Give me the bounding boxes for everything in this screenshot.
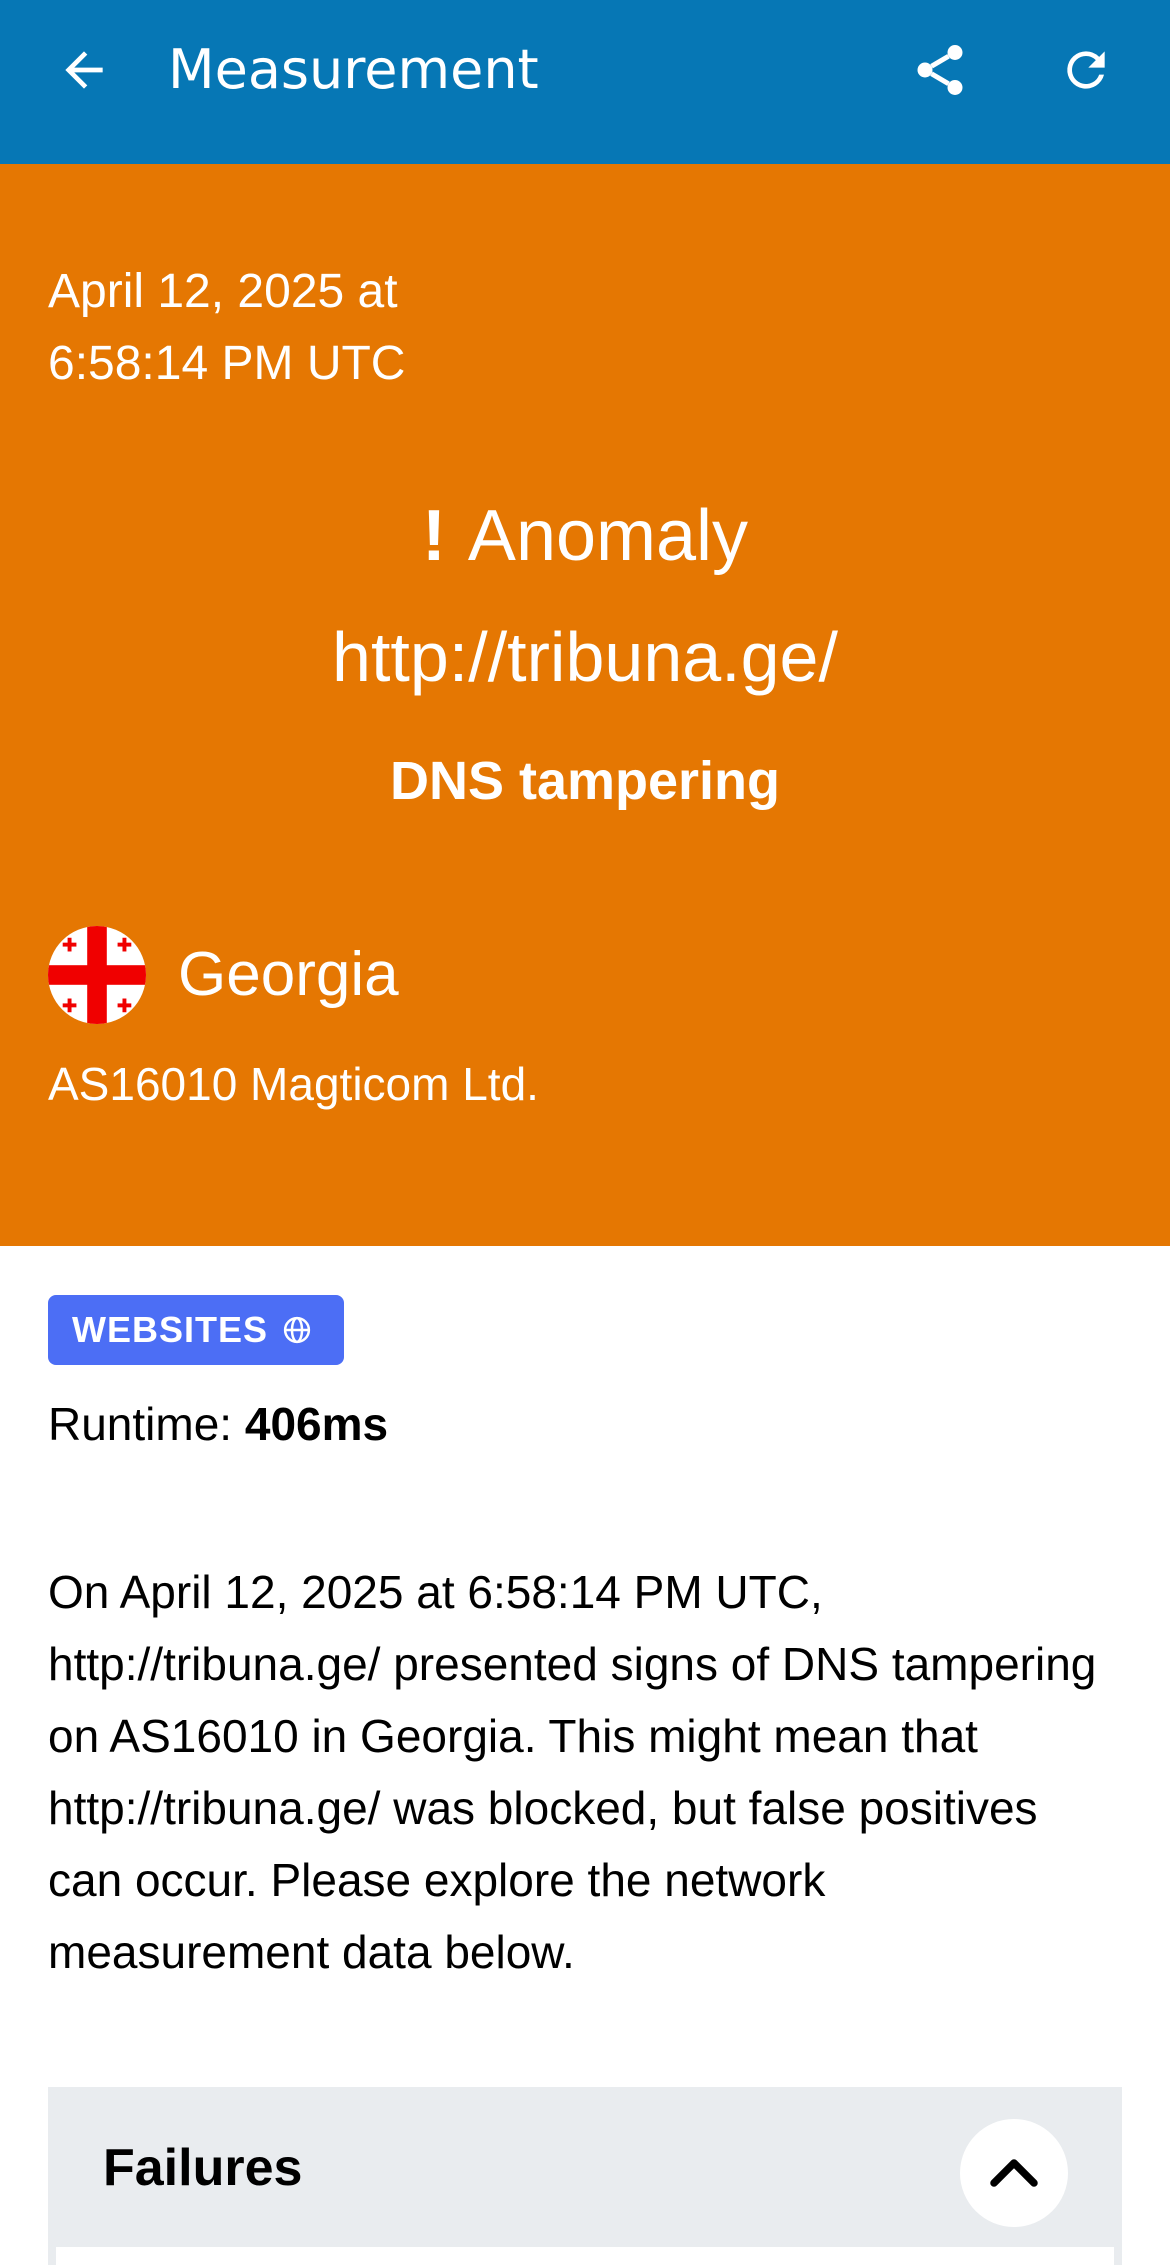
runtime-value: 406ms: [244, 1398, 389, 1450]
refresh-icon: [1067, 51, 1105, 89]
category-label: WEBSITES: [72, 1309, 269, 1350]
georgia-flag-icon: [48, 926, 146, 1024]
category-badge[interactable]: WEBSITES: [48, 1295, 344, 1365]
failures-title: Failures: [103, 2139, 303, 2197]
measurement-date: April 12, 2025 at 6:58:14 PM UTC: [48, 256, 405, 400]
page-title: Measurement: [168, 38, 539, 101]
chevron-up-icon: [990, 2159, 1038, 2187]
arrow-left-icon: [65, 51, 103, 89]
runtime: Runtime: 406ms: [48, 1396, 388, 1452]
anomaly-type: DNS tampering: [389, 751, 781, 811]
status-label: Anomaly: [467, 496, 749, 576]
globe-icon: [282, 1315, 312, 1345]
failures-panel: Failures: [48, 2087, 1122, 2265]
runtime-label: Runtime:: [48, 1398, 245, 1450]
tested-url: http://tribuna.ge/: [332, 618, 838, 696]
app-bar: Measurement: [0, 0, 1170, 164]
measurement-header: April 12, 2025 at 6:58:14 PM UTC ! Anomal…: [0, 164, 1170, 1246]
time-line: 6:58:14 PM UTC: [48, 337, 406, 390]
exclamation-icon: !: [421, 496, 446, 576]
failures-content: [56, 2247, 1114, 2265]
status-heading: ! Anomaly: [0, 494, 1170, 578]
date-line: April 12, 2025 at: [48, 265, 398, 318]
share-button[interactable]: [904, 34, 976, 106]
network-name: AS16010 Magticom Ltd.: [48, 1058, 539, 1110]
measurement-summary: On April 12, 2025 at 6:58:14 PM UTC, htt…: [48, 1566, 1097, 1978]
country-name: Georgia: [178, 940, 399, 1009]
collapse-toggle-button[interactable]: [960, 2119, 1068, 2227]
back-button[interactable]: [48, 34, 120, 106]
share-icon: [917, 45, 963, 95]
refresh-button[interactable]: [1050, 34, 1122, 106]
